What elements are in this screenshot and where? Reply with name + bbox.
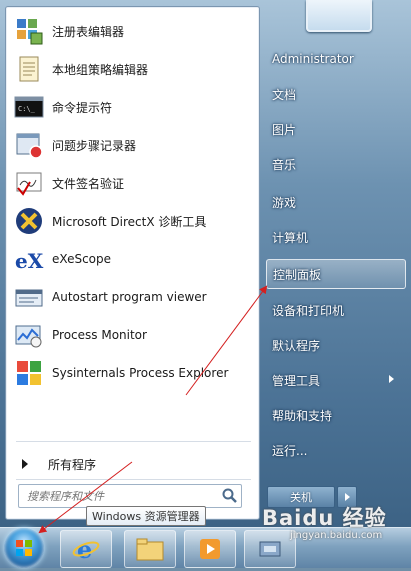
program-process-monitor[interactable]: Process Monitor (10, 317, 255, 353)
search-input[interactable] (25, 486, 221, 506)
tooltip: Windows 资源管理器 (86, 506, 206, 526)
program-process-explorer[interactable]: Sysinternals Process Explorer (10, 355, 255, 391)
command-prompt-icon: C:\_ (13, 91, 45, 123)
right-item-administrator[interactable]: Administrator (266, 45, 404, 73)
taskbar-explorer-button[interactable] (124, 530, 176, 568)
program-steps-recorder[interactable]: 问题步骤记录器 (10, 127, 255, 163)
exescope-icon: eX (13, 243, 45, 275)
program-label: Autostart program viewer (52, 290, 207, 304)
svg-text:eX: eX (15, 249, 44, 273)
program-label: Process Monitor (52, 328, 147, 342)
taskbar-ie-button[interactable]: e (60, 530, 112, 568)
right-item-admin-tools[interactable]: 管理工具 (266, 366, 404, 394)
steps-recorder-icon (13, 129, 45, 161)
program-label: 本地组策略编辑器 (52, 62, 149, 77)
programs-pane: 注册表编辑器 本地组策略编辑器 C:\_ 命令提示符 问题步骤记录器 文件签名验… (5, 6, 260, 520)
arrow-right-icon (344, 493, 350, 501)
program-label: 问题步骤记录器 (52, 138, 137, 153)
search-icon[interactable] (221, 487, 239, 505)
watermark-url: jingyan.baidu.com (290, 530, 383, 541)
right-item-devices-printers[interactable]: 设备和打印机 (266, 296, 404, 324)
right-item-label: 控制面板 (273, 267, 322, 282)
user-picture[interactable] (306, 0, 372, 32)
right-item-pictures[interactable]: 图片 (266, 115, 404, 143)
file-signature-icon (13, 167, 45, 199)
media-player-icon (200, 539, 220, 559)
folder-icon (136, 538, 164, 561)
separator (16, 441, 251, 442)
program-label: Microsoft DirectX 诊断工具 (52, 214, 207, 229)
right-item-label: 计算机 (272, 230, 309, 245)
all-programs-button[interactable]: 所有程序 (14, 451, 254, 477)
process-explorer-icon (13, 357, 45, 389)
program-label: eXeScope (52, 252, 112, 266)
process-monitor-icon (13, 319, 45, 351)
watermark: Baidu 经验 (262, 506, 387, 530)
arrow-right-icon (22, 459, 28, 469)
program-registry-editor[interactable]: 注册表编辑器 (10, 13, 255, 49)
right-item-default-programs[interactable]: 默认程序 (266, 331, 404, 359)
taskbar-network-button[interactable] (244, 530, 296, 568)
program-command-prompt[interactable]: C:\_ 命令提示符 (10, 89, 255, 125)
right-item-label: 游戏 (272, 195, 297, 210)
program-group-policy[interactable]: 本地组策略编辑器 (10, 51, 255, 87)
network-icon (259, 541, 281, 557)
separator (16, 479, 251, 480)
right-item-label: 运行... (272, 443, 308, 458)
program-file-signature[interactable]: 文件签名验证 (10, 165, 255, 201)
start-button[interactable] (4, 528, 44, 568)
right-item-label: 设备和打印机 (272, 303, 345, 318)
right-item-documents[interactable]: 文档 (266, 80, 404, 108)
program-label: 文件签名验证 (52, 176, 125, 191)
right-item-run[interactable]: 运行... (266, 436, 404, 464)
submenu-arrow-icon (389, 375, 394, 383)
start-menu: 注册表编辑器 本地组策略编辑器 C:\_ 命令提示符 问题步骤记录器 文件签名验… (0, 0, 411, 527)
taskbar-media-player-button[interactable] (184, 530, 236, 568)
right-item-label: 默认程序 (272, 338, 321, 353)
search-box[interactable] (18, 484, 242, 508)
right-item-label: Administrator (272, 52, 354, 66)
program-label: 命令提示符 (52, 100, 113, 115)
all-programs-label: 所有程序 (48, 457, 97, 472)
svg-text:e: e (77, 535, 92, 563)
directx-icon (13, 205, 45, 237)
right-item-music[interactable]: 音乐 (266, 150, 404, 178)
right-item-help-support[interactable]: 帮助和支持 (266, 401, 404, 429)
right-item-computer[interactable]: 计算机 (266, 223, 404, 251)
program-directx-diag[interactable]: Microsoft DirectX 诊断工具 (10, 203, 255, 239)
program-exescope[interactable]: eX eXeScope (10, 241, 255, 277)
right-item-label: 音乐 (272, 157, 297, 172)
program-autostart-viewer[interactable]: Autostart program viewer (10, 279, 255, 315)
right-item-games[interactable]: 游戏 (266, 188, 404, 216)
right-item-control-panel[interactable]: 控制面板 (266, 259, 406, 289)
right-item-label: 帮助和支持 (272, 408, 333, 423)
right-item-label: 文档 (272, 87, 297, 102)
group-policy-icon (13, 53, 45, 85)
program-label: 注册表编辑器 (52, 24, 125, 39)
registry-editor-icon (13, 15, 45, 47)
program-label: Sysinternals Process Explorer (52, 366, 229, 380)
svg-text:C:\_: C:\_ (18, 105, 36, 113)
internet-explorer-icon: e (72, 535, 100, 563)
windows-logo-icon (16, 540, 32, 556)
right-item-label: 管理工具 (272, 373, 321, 388)
autostart-viewer-icon (13, 281, 45, 313)
right-item-label: 图片 (272, 122, 297, 137)
